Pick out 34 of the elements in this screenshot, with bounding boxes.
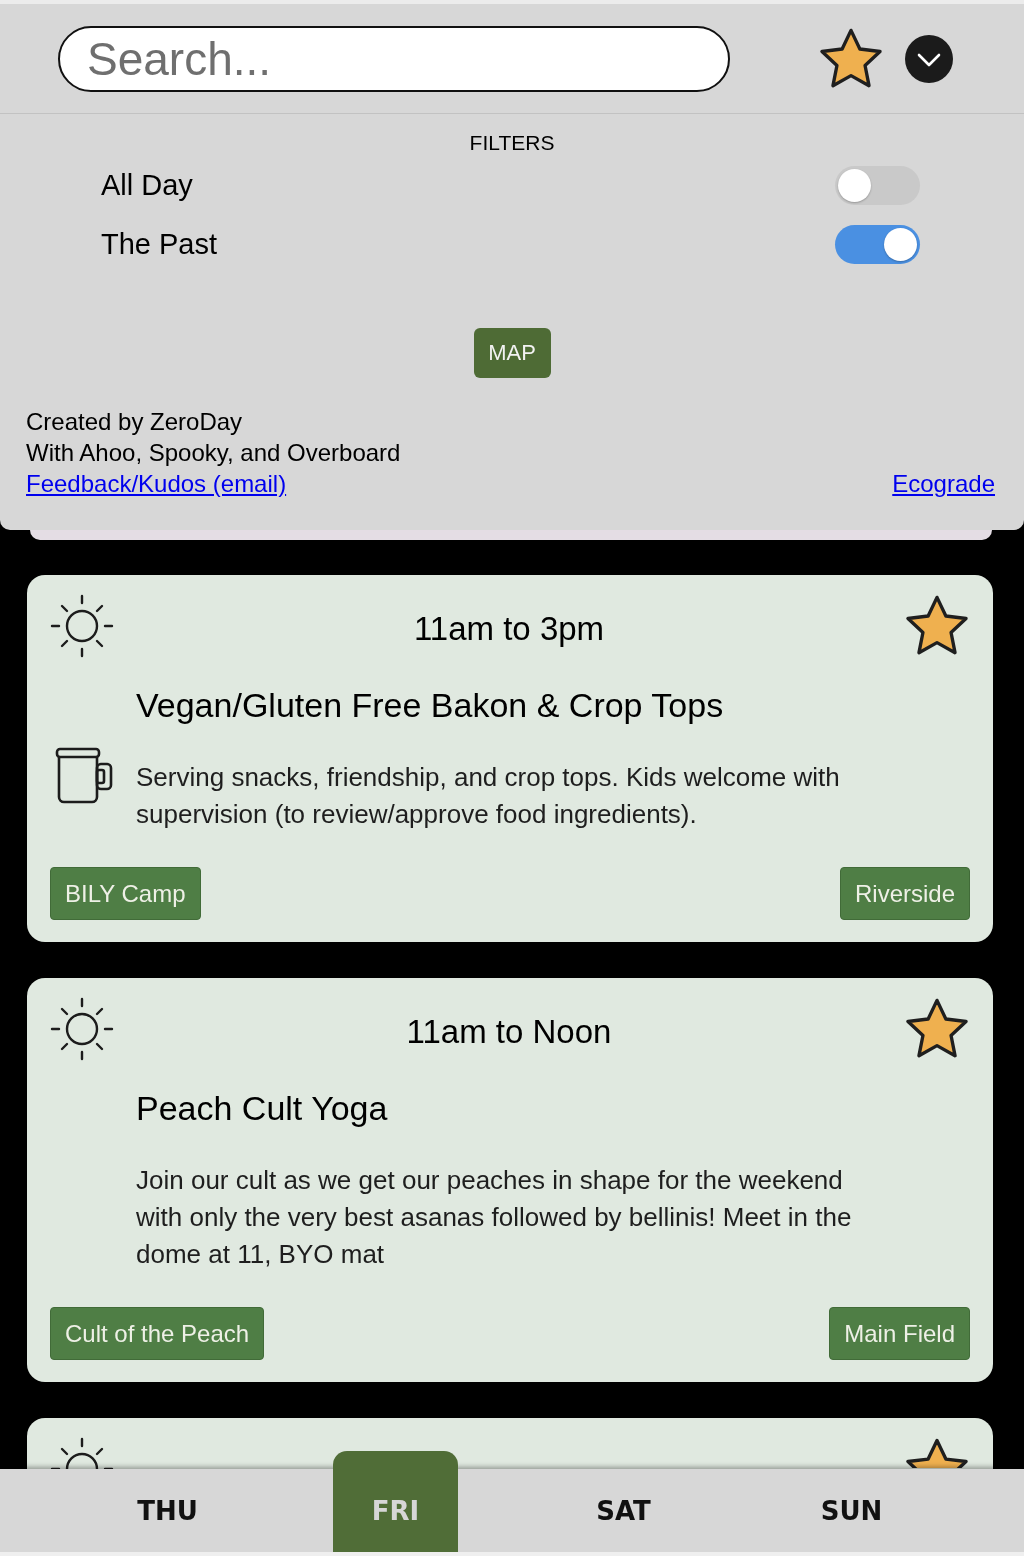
search-field[interactable]: Search... <box>58 25 730 92</box>
star-icon[interactable] <box>904 594 970 657</box>
tag-button[interactable]: BILY Camp <box>50 867 201 920</box>
tag-button[interactable]: Main Field <box>829 1307 970 1360</box>
day-tab[interactable]: THU <box>105 1469 230 1552</box>
ecograde-link[interactable]: Ecograde <box>892 468 995 499</box>
tag-button[interactable]: Cult of the Peach <box>50 1307 265 1360</box>
toggle-switch[interactable] <box>835 225 920 264</box>
toggle-switch[interactable] <box>835 166 920 205</box>
tag-button[interactable]: Riverside <box>839 867 970 920</box>
filter-label: The Past <box>101 228 218 261</box>
sun-icon <box>50 594 114 658</box>
event-time: 11am to Noon <box>406 1012 612 1052</box>
credit-text: With Ahoo, Spooky, and Overboard <box>26 438 401 468</box>
feedback-link[interactable]: Feedback/Kudos (email) <box>26 468 287 499</box>
star-icon[interactable] <box>818 27 884 90</box>
day-tab[interactable]: FRI <box>333 1451 458 1552</box>
event-title: Peach Cult Yoga <box>136 1088 388 1129</box>
map-button[interactable]: MAP <box>473 328 551 378</box>
star-icon[interactable] <box>904 1437 970 1468</box>
event-description: Serving snacks, friendship, and crop tops. Kids welcome with supervision (to review/approve food ingredients). <box>136 761 841 831</box>
star-icon[interactable] <box>904 997 970 1060</box>
day-tab[interactable]: SAT <box>561 1469 686 1552</box>
sun-icon <box>50 997 114 1061</box>
sun-icon <box>50 1437 114 1469</box>
filters-heading: FILTERS <box>469 130 555 156</box>
chevron-icon[interactable] <box>905 34 953 83</box>
filter-label: All Day <box>101 169 193 202</box>
event-description: Join our cult as we get our peaches in shape for the weekend with only the very best asanas followed by bellinis! Meet in the dome at 11, BYO mat <box>136 1164 853 1271</box>
day-tab[interactable]: SUN <box>789 1469 914 1552</box>
event-time: 11am to 3pm <box>413 609 605 649</box>
event-title: Vegan/Gluten Free Bakon & Crop Tops <box>136 685 724 726</box>
credit-text: Created by ZeroDay <box>26 407 243 437</box>
mug-icon <box>54 747 114 805</box>
